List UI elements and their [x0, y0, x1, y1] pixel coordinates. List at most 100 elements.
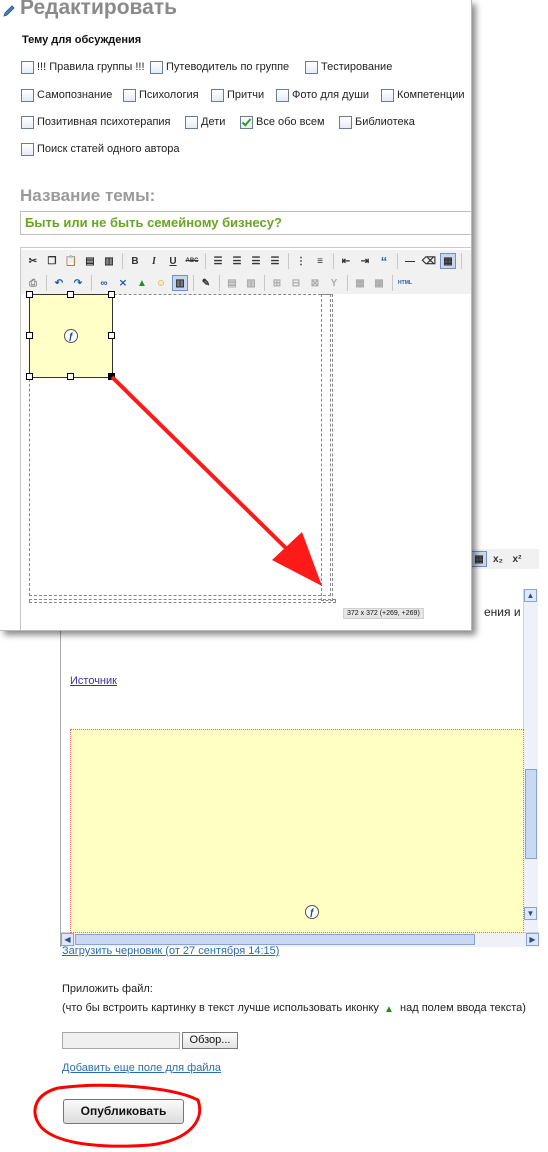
- html-button[interactable]: HTML: [397, 275, 413, 291]
- split-cells-icon[interactable]: ⊟: [288, 275, 304, 291]
- topic-checkbox-psychology[interactable]: Психология: [123, 88, 199, 102]
- horizontal-scroll-thumb[interactable]: [75, 934, 475, 945]
- checkbox[interactable]: [21, 88, 34, 102]
- col-props-icon[interactable]: ▦: [371, 275, 387, 291]
- horizontal-rule-icon[interactable]: —: [402, 253, 418, 269]
- copy-icon[interactable]: ❐: [44, 253, 60, 269]
- unlink-icon[interactable]: ⨯: [115, 275, 131, 291]
- outdent-icon[interactable]: ⇤: [338, 253, 354, 269]
- scroll-up-icon[interactable]: ▲: [524, 589, 537, 602]
- align-right-icon[interactable]: ☰: [248, 253, 264, 269]
- table-props-icon[interactable]: Y: [326, 275, 342, 291]
- embedded-flash-area[interactable]: ƒ: [70, 729, 524, 933]
- resize-handle[interactable]: [26, 373, 33, 380]
- add-file-field-link[interactable]: Добавить еще поле для файла: [62, 1062, 221, 1074]
- topic-checkbox-library[interactable]: Библиотека: [339, 115, 415, 129]
- publish-button[interactable]: Опубликовать: [63, 1099, 184, 1124]
- topic-checkbox-positive[interactable]: Позитивная психотерапия: [21, 115, 171, 129]
- scroll-down-icon[interactable]: ▼: [524, 907, 537, 920]
- checkbox[interactable]: [381, 88, 394, 102]
- insert-image-icon[interactable]: ▲: [134, 275, 150, 291]
- table-icon[interactable]: ▦: [471, 551, 487, 567]
- topic-title-input[interactable]: Быть или не быть семейному бизнесу?: [20, 211, 471, 235]
- topic-checkbox-photo[interactable]: Фото для души: [276, 88, 369, 102]
- resize-handle[interactable]: [108, 332, 115, 339]
- eraser-icon[interactable]: ⌫: [421, 253, 437, 269]
- superscript-button[interactable]: x²: [509, 551, 525, 567]
- checkbox[interactable]: [21, 60, 34, 74]
- remove-format-button[interactable]: ✕: [466, 253, 471, 269]
- table-icon[interactable]: ▦: [440, 253, 456, 269]
- browse-button[interactable]: Обзор...: [182, 1032, 238, 1049]
- align-left-icon[interactable]: ☰: [210, 253, 226, 269]
- toolbar-separator: [392, 275, 393, 291]
- topic-checkbox-guide[interactable]: Путеводитель по группе: [150, 60, 289, 74]
- merge-cells-icon[interactable]: ⊞: [269, 275, 285, 291]
- toolbar-separator: [347, 275, 348, 291]
- resize-handle[interactable]: [67, 373, 74, 380]
- undo-icon[interactable]: ↶: [51, 275, 67, 291]
- strike-button[interactable]: ABC: [184, 253, 200, 269]
- checkbox-label: Все обо всем: [256, 116, 325, 128]
- toolbar-separator: [397, 253, 398, 269]
- indent-icon[interactable]: ⇥: [357, 253, 373, 269]
- cut-icon[interactable]: ✂: [25, 253, 41, 269]
- bulleted-list-icon[interactable]: ⋮: [293, 253, 309, 269]
- checkbox[interactable]: [339, 115, 352, 129]
- vertical-scrollbar[interactable]: ▲ ▼: [523, 589, 538, 934]
- topic-checkbox-children[interactable]: Дети: [185, 115, 225, 129]
- scrollbar-thumb[interactable]: [525, 769, 537, 859]
- underline-button[interactable]: U: [165, 253, 181, 269]
- checkbox[interactable]: [21, 142, 34, 156]
- table-row-icon[interactable]: ▤: [224, 275, 240, 291]
- blockquote-button[interactable]: “: [376, 253, 392, 269]
- checkbox[interactable]: [305, 60, 318, 74]
- resize-handle[interactable]: [108, 291, 115, 298]
- checkbox[interactable]: [185, 115, 198, 129]
- resize-handle[interactable]: [26, 291, 33, 298]
- topic-checkbox-everything[interactable]: Все обо всем: [240, 115, 325, 129]
- checkbox[interactable]: [150, 60, 163, 74]
- print-icon[interactable]: ⎙: [25, 275, 41, 291]
- edit-source-icon[interactable]: ✎: [198, 275, 214, 291]
- flash-object[interactable]: ƒ: [26, 291, 115, 380]
- topic-checkbox-author-search[interactable]: Поиск статей одного автора: [21, 142, 179, 156]
- insert-flash-icon[interactable]: ▥: [172, 275, 188, 291]
- paste-word-icon[interactable]: ▥: [101, 253, 117, 269]
- resize-handle[interactable]: [26, 332, 33, 339]
- paste-icon[interactable]: 📋: [63, 253, 79, 269]
- align-center-icon[interactable]: ☰: [229, 253, 245, 269]
- toolbar-separator: [461, 253, 462, 269]
- resize-handle[interactable]: [67, 291, 74, 298]
- cell-props-icon[interactable]: ⊠: [307, 275, 323, 291]
- resize-handle-active[interactable]: [108, 373, 115, 380]
- topic-checkbox-parables[interactable]: Притчи: [211, 88, 264, 102]
- topic-checkbox-self[interactable]: Самопознание: [21, 88, 112, 102]
- table-col-icon[interactable]: ▥: [243, 275, 259, 291]
- load-draft-link[interactable]: Загрузить черновик (от 27 сентября 14:15…: [62, 945, 279, 957]
- bold-button[interactable]: B: [127, 253, 143, 269]
- checkbox-label: Фото для души: [292, 89, 370, 101]
- checkbox[interactable]: [276, 88, 289, 102]
- topic-checkbox-competencies[interactable]: Компетенции: [381, 88, 465, 102]
- checkbox[interactable]: [211, 88, 224, 102]
- link-icon[interactable]: ∞: [96, 275, 112, 291]
- numbered-list-icon[interactable]: ≡: [312, 253, 328, 269]
- smiley-icon[interactable]: ☺: [153, 275, 169, 291]
- align-justify-icon[interactable]: ☰: [267, 253, 283, 269]
- topic-checkbox-testing[interactable]: Тестирование: [305, 60, 392, 74]
- row-props-icon[interactable]: ▦: [352, 275, 368, 291]
- checkbox[interactable]: [123, 88, 136, 102]
- editor-content-area[interactable]: ƒ 372 x 372 (+269, +269): [21, 291, 471, 630]
- redo-icon[interactable]: ↷: [70, 275, 86, 291]
- subscript-button[interactable]: x₂: [490, 551, 506, 567]
- checkbox[interactable]: [21, 115, 34, 129]
- file-path-input[interactable]: [62, 1032, 180, 1049]
- paste-text-icon[interactable]: ▤: [82, 253, 98, 269]
- scroll-right-icon[interactable]: ▶: [526, 933, 539, 946]
- checkbox-checked[interactable]: [240, 115, 253, 129]
- checkbox-label: Библиотека: [355, 116, 415, 128]
- italic-button[interactable]: I: [146, 253, 162, 269]
- source-link[interactable]: Источник: [70, 675, 117, 687]
- topic-checkbox-rules[interactable]: !!! Правила группы !!!: [21, 60, 145, 74]
